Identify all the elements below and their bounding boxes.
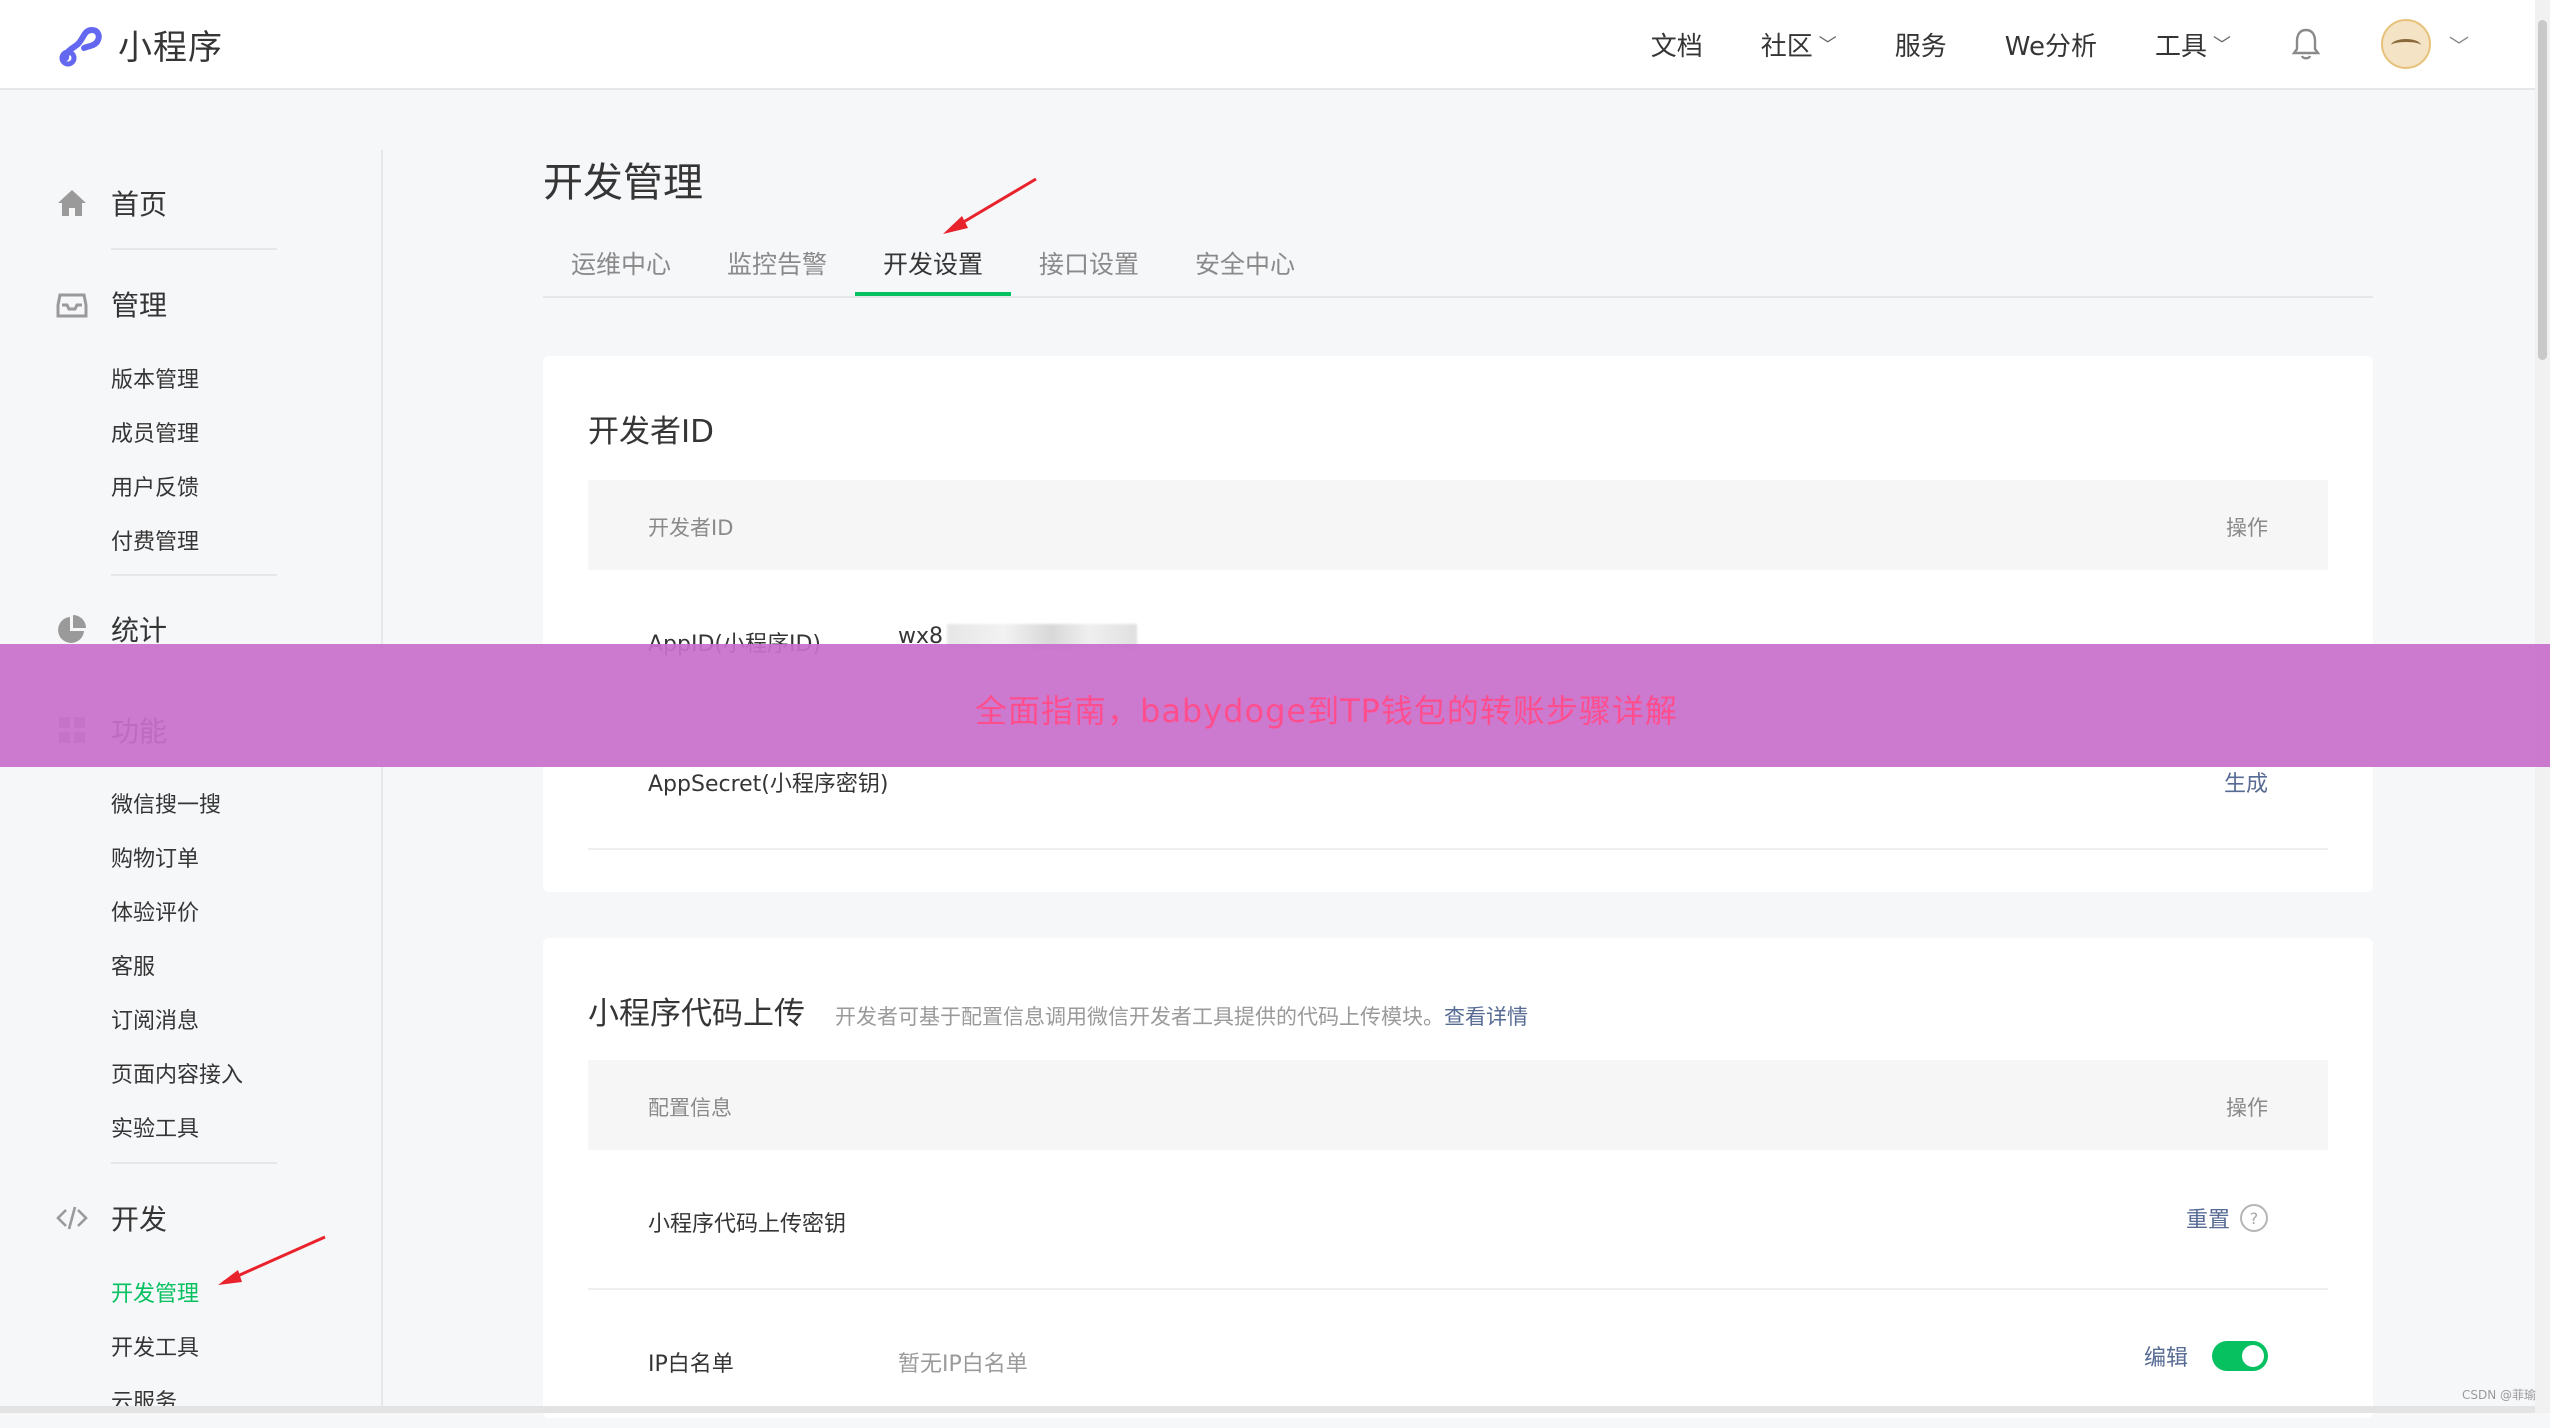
divider bbox=[111, 574, 277, 576]
pie-chart-icon bbox=[58, 615, 86, 643]
appsecret-label: AppSecret(小程序密钥) bbox=[648, 772, 889, 797]
sidebar-item-feedback[interactable]: 用户反馈 bbox=[111, 470, 199, 502]
bottom-edge bbox=[0, 1406, 2535, 1413]
reset-link[interactable]: 重置 bbox=[2186, 1202, 2230, 1234]
developer-id-title: 开发者ID bbox=[588, 414, 715, 450]
sidebar-item-experiment[interactable]: 实验工具 bbox=[111, 1111, 199, 1143]
tab-api-settings[interactable]: 接口设置 bbox=[1011, 240, 1167, 294]
sidebar-item-dev-tools[interactable]: 开发工具 bbox=[111, 1330, 199, 1362]
sidebar-item-customer-service[interactable]: 客服 bbox=[111, 949, 155, 981]
code-upload-title: 小程序代码上传 bbox=[588, 996, 805, 1032]
tab-bar: 运维中心 监控告警 开发设置 接口设置 安全中心 bbox=[543, 240, 2373, 298]
sidebar-item-page-content[interactable]: 页面内容接入 bbox=[111, 1057, 243, 1089]
table-header: 开发者ID 操作 bbox=[588, 480, 2328, 570]
sidebar-stats-label: 统计 bbox=[111, 614, 168, 647]
watermark: CSDN @菲瑜 bbox=[2461, 1388, 2536, 1402]
chevron-down-icon: ﹀ bbox=[2213, 35, 2231, 56]
page-title: 开发管理 bbox=[543, 160, 703, 206]
nav-community[interactable]: 社区 ﹀ bbox=[1761, 26, 1837, 63]
column-header-config: 配置信息 bbox=[648, 1096, 732, 1120]
divider bbox=[111, 1162, 277, 1164]
logo-text: 小程序 bbox=[118, 28, 223, 68]
avatar[interactable] bbox=[2381, 19, 2431, 69]
sidebar-item-review[interactable]: 体验评价 bbox=[111, 895, 199, 927]
miniprogram-logo-icon bbox=[59, 26, 102, 66]
nav-we-analysis-label: We分析 bbox=[2004, 31, 2097, 62]
developer-id-card: 开发者ID 开发者ID 操作 AppID(小程序ID) wx8 AppSecre… bbox=[543, 356, 2373, 892]
reset-action: 重置? bbox=[2186, 1202, 2268, 1234]
upload-key-label: 小程序代码上传密钥 bbox=[648, 1212, 847, 1237]
sidebar-section-manage[interactable]: 管理 bbox=[55, 284, 167, 324]
chevron-down-icon: ﹀ bbox=[1818, 35, 1837, 56]
sidebar-item-version[interactable]: 版本管理 bbox=[111, 362, 199, 394]
bell-icon[interactable] bbox=[2289, 26, 2323, 62]
table-header: 配置信息 操作 bbox=[588, 1060, 2328, 1150]
top-bar: 小程序 文档 社区 ﹀ 服务 We分析 工具 ﹀ ﹀ bbox=[0, 0, 2535, 90]
tab-ops-center[interactable]: 运维中心 bbox=[543, 240, 699, 294]
home-icon bbox=[58, 190, 86, 216]
sidebar-item-wechat-search[interactable]: 微信搜一搜 bbox=[111, 787, 221, 819]
code-upload-card: 小程序代码上传 开发者可基于配置信息调用微信开发者工具提供的代码上传模块。查看详情… bbox=[543, 938, 2373, 1418]
sidebar-item-orders[interactable]: 购物订单 bbox=[111, 841, 199, 873]
nav-tools-label: 工具 bbox=[2154, 31, 2207, 62]
code-upload-desc-text: 开发者可基于配置信息调用微信开发者工具提供的代码上传模块。 bbox=[835, 1005, 1444, 1029]
ip-whitelist-actions: 编辑 bbox=[2144, 1340, 2268, 1372]
sidebar-item-members[interactable]: 成员管理 bbox=[111, 416, 199, 448]
sidebar-section-home[interactable]: 首页 bbox=[55, 183, 167, 223]
scrollbar-thumb[interactable] bbox=[2538, 20, 2547, 360]
overlay-banner: 全面指南，babydoge到TP钱包的转账步骤详解 bbox=[0, 644, 2550, 767]
nav-community-label: 社区 bbox=[1760, 31, 1813, 62]
banner-text: 全面指南，babydoge到TP钱包的转账步骤详解 bbox=[975, 692, 1678, 730]
sidebar-item-dev-manage[interactable]: 开发管理 bbox=[111, 1276, 199, 1308]
ip-whitelist-toggle[interactable] bbox=[2212, 1341, 2268, 1371]
column-header-action: 操作 bbox=[2226, 516, 2268, 540]
generate-link[interactable]: 生成 bbox=[2224, 766, 2268, 798]
sidebar-manage-label: 管理 bbox=[111, 289, 168, 322]
code-upload-desc: 开发者可基于配置信息调用微信开发者工具提供的代码上传模块。查看详情 bbox=[835, 1005, 1528, 1029]
sidebar-divider bbox=[381, 150, 383, 1413]
sidebar-section-dev[interactable]: 开发 bbox=[55, 1198, 167, 1238]
tab-monitoring[interactable]: 监控告警 bbox=[699, 240, 855, 294]
code-icon bbox=[56, 1206, 88, 1230]
nav-services[interactable]: 服务 bbox=[1895, 26, 1947, 63]
nav-tools[interactable]: 工具 ﹀ bbox=[2155, 26, 2231, 63]
nav-we-analysis[interactable]: We分析 bbox=[2005, 26, 2097, 63]
chevron-down-icon[interactable]: ﹀ bbox=[2449, 30, 2469, 59]
sidebar-item-subscribe[interactable]: 订阅消息 bbox=[111, 1003, 199, 1035]
inbox-icon bbox=[56, 293, 88, 318]
tab-dev-settings[interactable]: 开发设置 bbox=[855, 240, 1011, 296]
edit-link[interactable]: 编辑 bbox=[2144, 1340, 2188, 1372]
sidebar-item-payment[interactable]: 付费管理 bbox=[111, 524, 199, 556]
column-header-action: 操作 bbox=[2226, 1096, 2268, 1120]
red-arrow-annotation bbox=[218, 1235, 326, 1285]
table-row-upload-key: 小程序代码上传密钥 重置? bbox=[588, 1150, 2328, 1290]
top-nav: 文档 社区 ﹀ 服务 We分析 工具 ﹀ ﹀ bbox=[1651, 0, 2535, 88]
sidebar-dev-label: 开发 bbox=[111, 1203, 168, 1236]
red-arrow-annotation bbox=[943, 177, 1037, 234]
tab-security-center[interactable]: 安全中心 bbox=[1167, 240, 1323, 294]
sidebar-home-label: 首页 bbox=[111, 188, 168, 221]
code-upload-title-row: 小程序代码上传 开发者可基于配置信息调用微信开发者工具提供的代码上传模块。查看详情 bbox=[588, 988, 1528, 1033]
logo[interactable]: 小程序 bbox=[56, 20, 223, 69]
divider bbox=[111, 248, 277, 250]
nav-docs[interactable]: 文档 bbox=[1651, 26, 1703, 63]
ip-whitelist-label: IP白名单 bbox=[648, 1352, 734, 1377]
nav-services-label: 服务 bbox=[1894, 31, 1947, 62]
ip-whitelist-value: 暂无IP白名单 bbox=[898, 1352, 1028, 1377]
nav-docs-label: 文档 bbox=[1650, 31, 1703, 62]
sidebar-section-stats[interactable]: 统计 bbox=[55, 609, 167, 649]
help-icon[interactable]: ? bbox=[2240, 1204, 2268, 1232]
view-details-link[interactable]: 查看详情 bbox=[1444, 1005, 1528, 1029]
column-header-name: 开发者ID bbox=[648, 516, 734, 540]
